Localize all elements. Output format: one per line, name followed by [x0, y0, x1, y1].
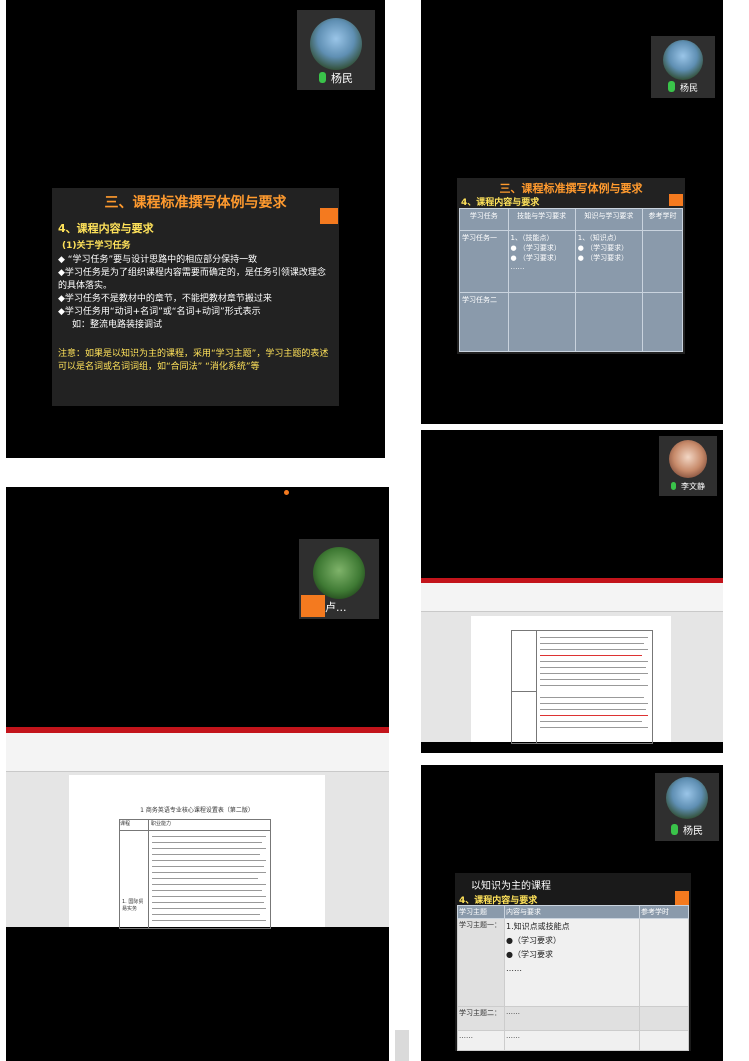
- participant-name: 李文静: [681, 482, 705, 491]
- table-cell: [507, 292, 576, 352]
- document-table: [511, 630, 653, 744]
- table-cell: ……: [504, 1029, 640, 1052]
- table-cell: [639, 918, 689, 1007]
- table-header: 职业能力: [149, 820, 270, 831]
- slide-bullet: ◆学习任务不是教材中的章节，不能把教材章节搬过来: [58, 294, 272, 304]
- table-cell: 学习主题二：: [457, 1006, 505, 1031]
- video-panel-4: 李文静: [421, 430, 723, 753]
- table-header: 课程: [120, 820, 149, 831]
- avatar: [310, 18, 362, 70]
- table-header: 学习主题: [457, 905, 505, 919]
- microphone-icon: [319, 72, 326, 83]
- avatar: [666, 777, 708, 819]
- table-cell: 1、（知识点） ● （学习要求） ● （学习要求）: [574, 230, 643, 293]
- table-header: 知识与学习要求: [574, 208, 643, 231]
- table-cell: [639, 1029, 689, 1052]
- slide-accent-block: [669, 194, 683, 206]
- table-header: 技能与学习要求: [507, 208, 576, 231]
- table-row-label: 1. 国际贸易实务: [122, 899, 144, 912]
- slide-title: 三、课程标准撰写体例与要求: [104, 195, 287, 211]
- slide-subsection: (1)关于学习任务: [62, 241, 131, 251]
- slide-bullet: ◆学习任务用“动词+名词”或“名词+动词”形式表示: [58, 307, 261, 317]
- document-page: 1 商务英语专业核心课程设置表（第二版） 课程 职业能力 1. 国际贸易实务: [69, 775, 325, 929]
- shared-slide: 以知识为主的课程 4、课程内容与要求 学习主题 内容与要求 参考学时 学习主题一…: [455, 873, 691, 1052]
- table-cell: [574, 292, 643, 352]
- participant-tile[interactable]: 杨民: [655, 773, 719, 841]
- shared-word-document: [421, 578, 723, 744]
- participant-name: 杨民: [331, 72, 353, 85]
- table-header: 学习任务: [459, 208, 509, 231]
- content-table: 学习任务 技能与学习要求 知识与学习要求 参考学时 学习任务一 1、（技能点） …: [459, 208, 684, 352]
- table-cell: ……: [457, 1029, 505, 1052]
- shared-slide: 三、课程标准撰写体例与要求 4、课程内容与要求 学习任务 技能与学习要求 知识与…: [457, 178, 685, 354]
- microphone-icon: [671, 482, 676, 490]
- table-cell: 学习任务一: [459, 230, 509, 293]
- content-table: 学习主题 内容与要求 参考学时 学习主题一： 1.知识点或技能点 ●（学习要求）…: [457, 905, 689, 1052]
- slide-section: 4、课程内容与要求: [461, 198, 540, 208]
- scroll-indicator: [395, 1030, 409, 1061]
- slide-bullet: ◆学习任务是为了组织课程内容需要而确定的，是任务引领课改理念的具体落实。: [58, 268, 326, 291]
- participant-tile[interactable]: 杨民: [651, 36, 715, 98]
- status-dot: [284, 490, 289, 495]
- video-panel-5: 杨民 以知识为主的课程 4、课程内容与要求 学习主题 内容与要求 参考学时 学习…: [421, 765, 723, 1061]
- toolbar-ribbon[interactable]: [421, 583, 723, 612]
- table-cell: 学习任务二: [459, 292, 509, 352]
- slide-bullet: ◆ “学习任务”要与设计思路中的相应部分保持一致: [58, 255, 258, 265]
- table-header: 内容与要求: [504, 905, 640, 919]
- participant-name: 杨民: [683, 826, 703, 837]
- table-cell: 1.知识点或技能点 ●（学习要求） ●（学习要求 ……: [504, 918, 640, 1007]
- video-panel-3: 卢... 1 商务英语专业核心课程设置表（第二版） 课程 职业能力 1. 国际贸…: [6, 487, 389, 1061]
- avatar: [663, 40, 703, 80]
- avatar: [313, 547, 365, 599]
- shared-slide: 三、课程标准撰写体例与要求 4、课程内容与要求 (1)关于学习任务 ◆ “学习任…: [52, 188, 339, 406]
- video-panel-2: 杨民 三、课程标准撰写体例与要求 4、课程内容与要求 学习任务 技能与学习要求 …: [421, 0, 723, 424]
- slide-accent-block: [320, 208, 338, 224]
- participant-tile[interactable]: 杨民: [297, 10, 375, 90]
- microphone-icon: [671, 824, 678, 835]
- table-cell: 学习主题一：: [457, 918, 505, 1007]
- participant-tile[interactable]: 李文静: [659, 436, 717, 496]
- slide-accent-block: [675, 891, 689, 905]
- table-header: 参考学时: [641, 208, 684, 231]
- document-table: 课程 职业能力 1. 国际贸易实务: [119, 819, 271, 929]
- slide-title: 三、课程标准撰写体例与要求: [499, 182, 643, 195]
- participant-name: 杨民: [679, 84, 698, 94]
- document-page: [471, 616, 671, 744]
- table-cell: [641, 292, 684, 352]
- shared-word-document: 1 商务英语专业核心课程设置表（第二版） 课程 职业能力 1. 国际贸易实务: [6, 727, 389, 929]
- video-panel-1: 杨民 三、课程标准撰写体例与要求 4、课程内容与要求 (1)关于学习任务 ◆ “…: [6, 0, 385, 458]
- user-icon: [301, 595, 325, 617]
- slide-bullets: ◆ “学习任务”要与设计思路中的相应部分保持一致 ◆学习任务是为了组织课程内容需…: [58, 254, 334, 332]
- table-cell: [639, 1006, 689, 1031]
- table-cell: ……: [504, 1006, 640, 1031]
- participant-name: 卢...: [325, 601, 347, 614]
- toolbar-ribbon[interactable]: [6, 733, 389, 772]
- table-cell: [641, 230, 684, 293]
- table-header: 参考学时: [639, 905, 689, 919]
- slide-title: 以知识为主的课程: [471, 881, 551, 892]
- participant-tile[interactable]: 卢...: [299, 539, 379, 619]
- table-cell: 1、（技能点） ● （学习要求） ● （学习要求） ……: [507, 230, 576, 293]
- document-title: 1 商务英语专业核心课程设置表（第二版）: [140, 807, 254, 814]
- slide-section: 4、课程内容与要求: [58, 222, 154, 235]
- avatar: [669, 440, 707, 478]
- microphone-icon: [667, 81, 675, 92]
- slide-bullet: 如：整流电路装接调试: [72, 320, 163, 330]
- slide-note: 注意：如果是以知识为主的课程，采用“学习主题”，学习主题的表述可以是名词或名词词…: [58, 349, 329, 372]
